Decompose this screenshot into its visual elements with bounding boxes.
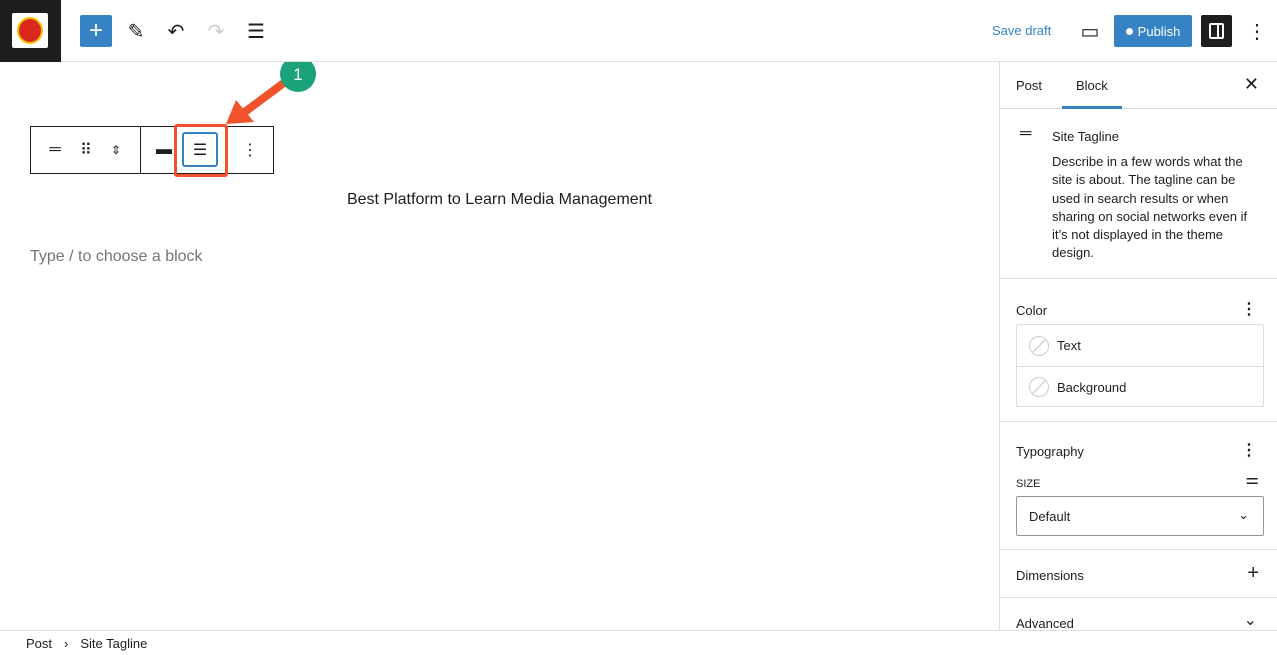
tagline-block-icon: ═ bbox=[1020, 125, 1032, 142]
chevron-down-icon: ⌄ bbox=[1238, 507, 1249, 522]
undo-icon[interactable]: ↶ bbox=[160, 15, 192, 47]
advanced-title: Advanced bbox=[1016, 616, 1074, 631]
site-logo[interactable] bbox=[0, 0, 61, 62]
pencil-icon[interactable]: ✎ bbox=[120, 15, 152, 47]
close-icon[interactable]: ✕ bbox=[1244, 74, 1259, 95]
chevron-down-icon: ⌄ bbox=[1243, 612, 1257, 629]
background-color-button[interactable]: Background bbox=[1017, 366, 1263, 407]
swatch-icon bbox=[1029, 377, 1049, 397]
color-label: Background bbox=[1057, 379, 1127, 395]
block-description: Describe in a few words what the site is… bbox=[1052, 154, 1248, 261]
breadcrumb-post[interactable]: Post bbox=[26, 636, 52, 651]
color-label: Text bbox=[1057, 338, 1081, 353]
color-options-icon[interactable]: ⋮ bbox=[1241, 299, 1257, 319]
size-value: Default bbox=[1029, 509, 1071, 524]
annotation-number: 1 bbox=[293, 65, 302, 84]
dimensions-title: Dimensions bbox=[1016, 568, 1084, 583]
dimensions-panel[interactable]: Dimensions + bbox=[1000, 550, 1277, 598]
editor-header: + ✎ ↶ ↷ ☰ Save draft ▭ Publish ⋮ bbox=[0, 0, 1277, 62]
typography-options-icon[interactable]: ⋮ bbox=[1241, 440, 1257, 460]
color-settings: Text Background bbox=[1016, 324, 1264, 407]
text-color-button[interactable]: Text bbox=[1017, 325, 1263, 366]
club-crest-icon bbox=[17, 17, 43, 44]
editor-canvas: ═ ⠿ ⇕ ▬ ☰ ⋮ 1 Best Platform to Learn Med… bbox=[0, 62, 999, 630]
breadcrumb-site-tagline[interactable]: Site Tagline bbox=[80, 636, 147, 651]
redo-icon[interactable]: ↷ bbox=[200, 15, 232, 47]
status-dot-icon bbox=[1125, 27, 1133, 35]
publish-label: Publish bbox=[1137, 23, 1181, 39]
color-panel-title: Color bbox=[1016, 303, 1048, 318]
options-kebab-icon[interactable]: ⋮ bbox=[1241, 15, 1273, 47]
size-label: SIZE bbox=[1016, 478, 1041, 490]
settings-sidebar-toggle[interactable] bbox=[1201, 15, 1232, 47]
sidebar-icon bbox=[1209, 23, 1224, 39]
font-size-select[interactable]: Default ⌄ bbox=[1016, 496, 1264, 536]
custom-size-icon[interactable]: ⚌ bbox=[1246, 470, 1259, 488]
typography-panel-title: Typography bbox=[1016, 444, 1084, 459]
annotation-arrow: 1 bbox=[226, 62, 316, 124]
block-placeholder[interactable]: Type / to choose a block bbox=[30, 248, 203, 266]
block-title: Site Tagline bbox=[1052, 129, 1119, 144]
preview-laptop-icon[interactable]: ▭ bbox=[1074, 15, 1106, 47]
tab-block[interactable]: Block bbox=[1062, 78, 1122, 109]
save-draft-button[interactable]: Save draft bbox=[992, 23, 1051, 38]
document-overview-icon[interactable]: ☰ bbox=[240, 15, 272, 47]
swatch-icon bbox=[1029, 335, 1049, 356]
publish-button[interactable]: Publish bbox=[1114, 15, 1192, 47]
site-tagline-block[interactable]: Best Platform to Learn Media Management bbox=[0, 191, 999, 209]
add-block-button[interactable]: + bbox=[80, 15, 112, 47]
breadcrumb: Post › Site Tagline bbox=[0, 630, 1277, 655]
tab-post[interactable]: Post bbox=[1016, 78, 1042, 93]
plus-icon[interactable]: + bbox=[1247, 562, 1259, 585]
settings-sidebar: Post Block ✕ ═ Site Tagline Describe in … bbox=[999, 62, 1277, 631]
chevron-right-icon: › bbox=[64, 636, 69, 651]
